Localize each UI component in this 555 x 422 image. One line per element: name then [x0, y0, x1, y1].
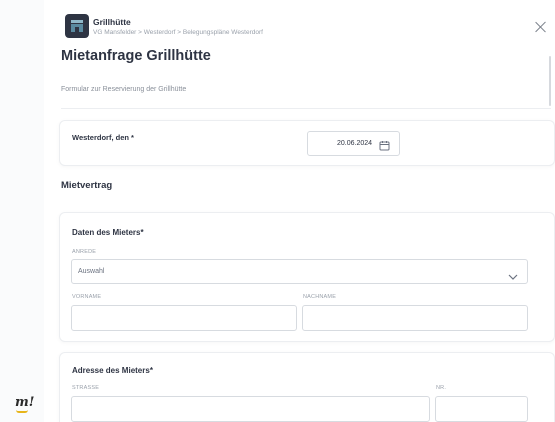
reservation-modal: Grillhütte VG Mansfelder > Westerdorf > …: [44, 0, 555, 422]
divider: [61, 108, 551, 109]
anrede-label: ANREDE: [72, 249, 97, 255]
close-icon[interactable]: [534, 20, 548, 34]
cabin-icon: [65, 14, 89, 38]
strasse-label: STRASSE: [72, 385, 100, 391]
date-input[interactable]: 20.06.2024: [307, 131, 400, 156]
breadcrumb: VG Mansfelder > Westerdorf > Belegungspl…: [93, 29, 263, 36]
vorname-input[interactable]: [71, 305, 297, 331]
page-subtitle: Formular zur Reservierung der Grillhütte: [61, 86, 187, 93]
brand-logo: m!: [15, 395, 35, 413]
chevron-down-icon: [508, 268, 518, 286]
date-label: Westerdorf, den *: [72, 133, 134, 142]
hausnummer-input[interactable]: [435, 396, 528, 422]
tenant-heading: Daten des Mieters*: [72, 228, 144, 237]
strasse-input[interactable]: [71, 396, 430, 422]
left-rail: m!: [0, 0, 44, 422]
anrede-select[interactable]: Auswahl: [71, 259, 528, 284]
app-title: Grillhütte: [93, 17, 131, 27]
brand-logo-mark: [16, 410, 28, 413]
brand-logo-text: m!: [15, 395, 35, 410]
vorname-label: VORNAME: [72, 294, 102, 300]
calendar-icon[interactable]: [379, 138, 390, 156]
nachname-input[interactable]: [302, 305, 528, 331]
breadcrumb-item[interactable]: Belegungspläne Westerdorf: [183, 29, 263, 36]
hausnummer-label: NR.: [436, 385, 447, 391]
breadcrumb-separator: >: [138, 29, 142, 36]
breadcrumb-separator: >: [177, 29, 182, 36]
breadcrumb-item[interactable]: Westerdorf: [144, 29, 176, 36]
address-heading: Adresse des Mieters*: [72, 366, 153, 375]
section-heading-mietvertrag: Mietvertrag: [61, 180, 113, 191]
breadcrumb-item[interactable]: VG Mansfelder: [93, 29, 136, 36]
page-title: Mietanfrage Grillhütte: [61, 48, 211, 64]
date-value: 20.06.2024: [337, 140, 373, 147]
nachname-label: NACHNAME: [303, 294, 337, 300]
anrede-selected-value: Auswahl: [78, 268, 105, 275]
